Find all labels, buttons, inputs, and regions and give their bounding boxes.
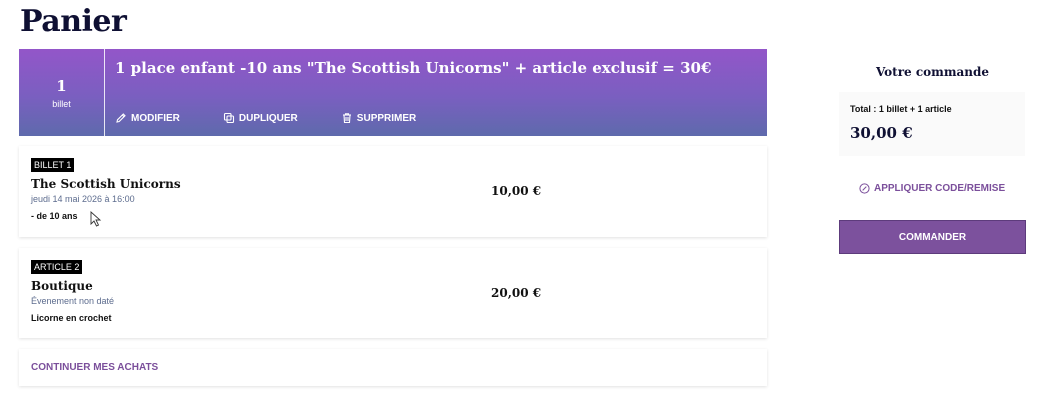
mouse-cursor-icon <box>90 211 102 227</box>
continue-shopping-card: CONTINUER MES ACHATS <box>19 349 767 386</box>
trash-icon <box>342 113 351 124</box>
apply-discount-link[interactable]: APPLIQUER CODE/REMISE <box>859 183 1005 194</box>
item-price: 10,00 € <box>491 184 542 198</box>
page-title: Panier <box>20 4 127 39</box>
quantity-box: 1 billet <box>19 49 105 136</box>
duplicate-button[interactable]: DUPLIQUER <box>223 112 298 124</box>
tag-circle-icon <box>859 183 870 194</box>
item-badge: ARTICLE 2 <box>31 260 83 274</box>
quantity-label: billet <box>52 98 71 109</box>
pencil-icon <box>116 113 126 123</box>
cart-line-header: 1 billet 1 place enfant -10 ans "The Sco… <box>19 49 767 136</box>
order-total: 30,00 € <box>850 124 913 142</box>
cart-line-actions: MODIFIER DUPLIQUER SUPPRIMER <box>115 112 459 124</box>
continue-shopping-link[interactable]: CONTINUER MES ACHATS <box>31 362 158 373</box>
edit-label: MODIFIER <box>131 112 180 124</box>
item-price: 20,00 € <box>491 286 542 300</box>
duplicate-label: DUPLIQUER <box>238 112 298 124</box>
item-badge: BILLET 1 <box>31 158 75 172</box>
ticket-item-card: BILLET 1 The Scottish Unicorns jeudi 14 … <box>19 146 767 237</box>
order-button[interactable]: COMMANDER <box>839 220 1026 254</box>
edit-button[interactable]: MODIFIER <box>115 112 180 124</box>
item-name: Boutique <box>31 279 93 293</box>
item-rate: - de 10 ans <box>31 211 78 221</box>
quantity-number: 1 <box>56 76 67 95</box>
copy-icon <box>223 112 234 124</box>
item-variant: Licorne en crochet <box>31 313 112 323</box>
order-summary: Total : 1 billet + 1 article 30,00 € <box>839 92 1025 156</box>
delete-label: SUPPRIMER <box>356 112 417 124</box>
article-item-card: ARTICLE 2 Boutique Évenement non daté Li… <box>19 248 767 338</box>
item-date: jeudi 14 mai 2026 à 16:00 <box>31 194 135 204</box>
cart-line-title: 1 place enfant -10 ans "The Scottish Uni… <box>115 59 712 77</box>
item-date: Évenement non daté <box>31 296 115 306</box>
order-title: Votre commande <box>875 65 990 79</box>
item-name: The Scottish Unicorns <box>31 177 181 191</box>
delete-button[interactable]: SUPPRIMER <box>341 112 416 124</box>
apply-discount-label: APPLIQUER CODE/REMISE <box>874 183 1006 194</box>
cart-line-main: 1 place enfant -10 ans "The Scottish Uni… <box>105 49 767 136</box>
order-total-label: Total : 1 billet + 1 article <box>850 104 952 114</box>
